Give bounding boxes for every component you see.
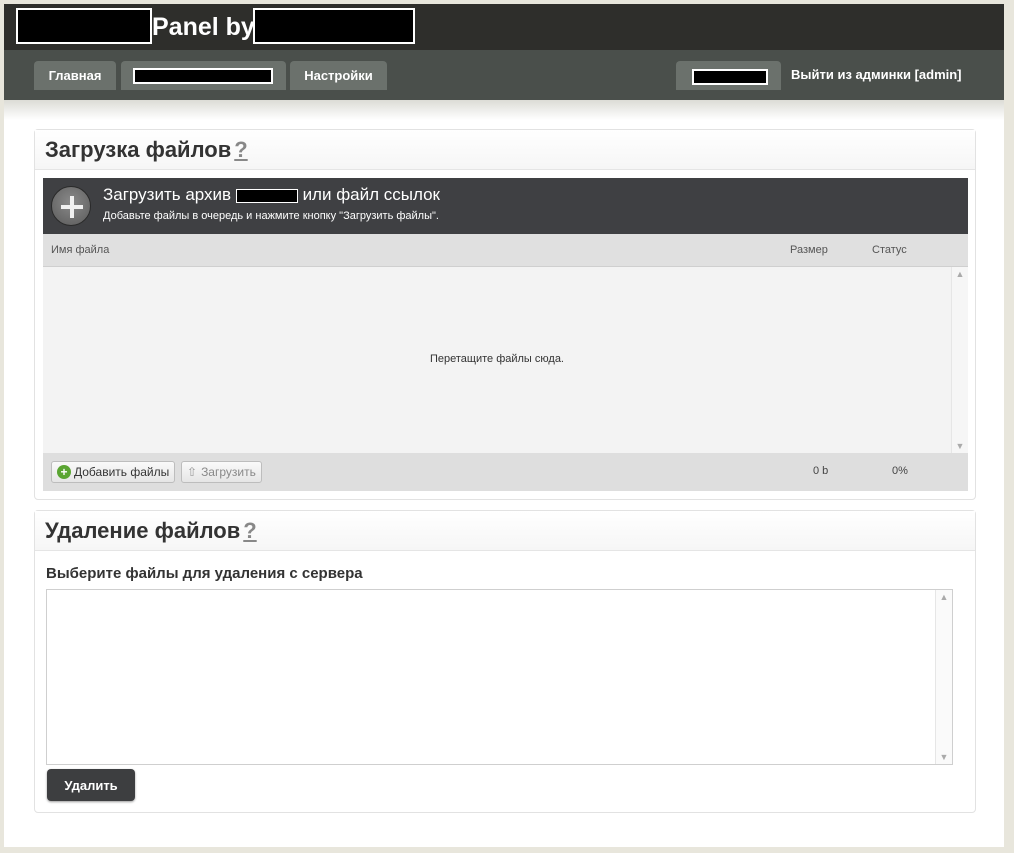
- app-frame: Panel by Главная Настройки Выйти из адми…: [4, 4, 1004, 847]
- scroll-down-icon[interactable]: ▼: [952, 441, 968, 451]
- logout-link[interactable]: Выйти из админки [admin]: [791, 67, 962, 82]
- top-bar: Panel by: [4, 4, 1004, 50]
- delete-scroll-up-icon[interactable]: ▲: [936, 592, 952, 602]
- add-files-button[interactable]: + Добавить файлы: [51, 461, 176, 483]
- col-filename: Имя файла: [51, 244, 110, 256]
- total-size: 0 b: [813, 465, 829, 477]
- nav-user[interactable]: [676, 61, 781, 90]
- uploader-title: Загрузить архив или файл ссылок: [103, 185, 440, 205]
- nav-redacted[interactable]: [121, 61, 286, 90]
- redacted-user-label: [692, 69, 768, 85]
- add-circle-icon[interactable]: [51, 186, 91, 226]
- redacted-archive-type: [235, 188, 298, 203]
- redacted-nav-label: [133, 68, 273, 84]
- uploader-subtitle: Добавьте файлы в очередь и нажмите кнопк…: [103, 210, 439, 222]
- scroll-up-icon[interactable]: ▲: [952, 269, 968, 279]
- drop-zone-scrollbar[interactable]: ▲ ▼: [951, 267, 968, 453]
- uploader-footer: + Добавить файлы ⇧ Загрузить 0 b 0%: [43, 453, 968, 491]
- delete-title-text: Удаление файлов: [45, 517, 241, 543]
- redacted-logo-right: [253, 8, 415, 44]
- upload-panel: Загрузка файлов ? Загрузить архив или фа…: [34, 129, 976, 500]
- upload-panel-title: Загрузка файлов ?: [35, 130, 975, 170]
- total-percent: 0%: [892, 465, 908, 477]
- delete-panel-title: Удаление файлов ?: [35, 511, 975, 551]
- uploader-header: Загрузить архив или файл ссылок Добавьте…: [43, 178, 968, 234]
- delete-help-icon[interactable]: ?: [243, 518, 256, 544]
- delete-file-list[interactable]: ▲ ▼: [46, 589, 953, 765]
- nav-home[interactable]: Главная: [34, 61, 116, 90]
- content-area: Загрузка файлов ? Загрузить архив или фа…: [4, 100, 1004, 847]
- col-size: Размер: [790, 244, 828, 256]
- delete-scroll-down-icon[interactable]: ▼: [936, 752, 952, 762]
- add-files-label: Добавить файлы: [74, 465, 170, 479]
- redacted-logo-left: [16, 8, 152, 44]
- col-status: Статус: [872, 244, 907, 256]
- delete-panel: Удаление файлов ? Выберите файлы для уда…: [34, 510, 976, 813]
- drop-hint: Перетащите файлы сюда.: [429, 353, 564, 365]
- nav-settings[interactable]: Настройки: [290, 61, 387, 90]
- nav-bar: Главная Настройки Выйти из админки [admi…: [4, 50, 1004, 100]
- file-drop-zone[interactable]: Перетащите файлы сюда. ▲ ▼: [43, 267, 968, 453]
- upload-title-text: Загрузка файлов: [45, 136, 232, 162]
- uploader-title-prefix: Загрузить архив: [103, 185, 232, 204]
- add-icon: +: [57, 465, 71, 479]
- file-list-header: Имя файла Размер Статус: [43, 234, 968, 267]
- delete-button[interactable]: Удалить: [47, 769, 135, 801]
- upload-button-label: Загрузить: [201, 465, 256, 479]
- upload-button[interactable]: ⇧ Загрузить: [181, 461, 262, 483]
- upload-arrow-icon: ⇧: [187, 465, 198, 479]
- upload-help-icon[interactable]: ?: [234, 137, 247, 163]
- delete-list-scrollbar[interactable]: ▲ ▼: [935, 590, 952, 764]
- delete-select-label: Выберите файлы для удаления с сервера: [46, 565, 363, 582]
- uploader-title-suffix: или файл ссылок: [302, 185, 440, 204]
- brand-title: Panel by: [152, 13, 255, 41]
